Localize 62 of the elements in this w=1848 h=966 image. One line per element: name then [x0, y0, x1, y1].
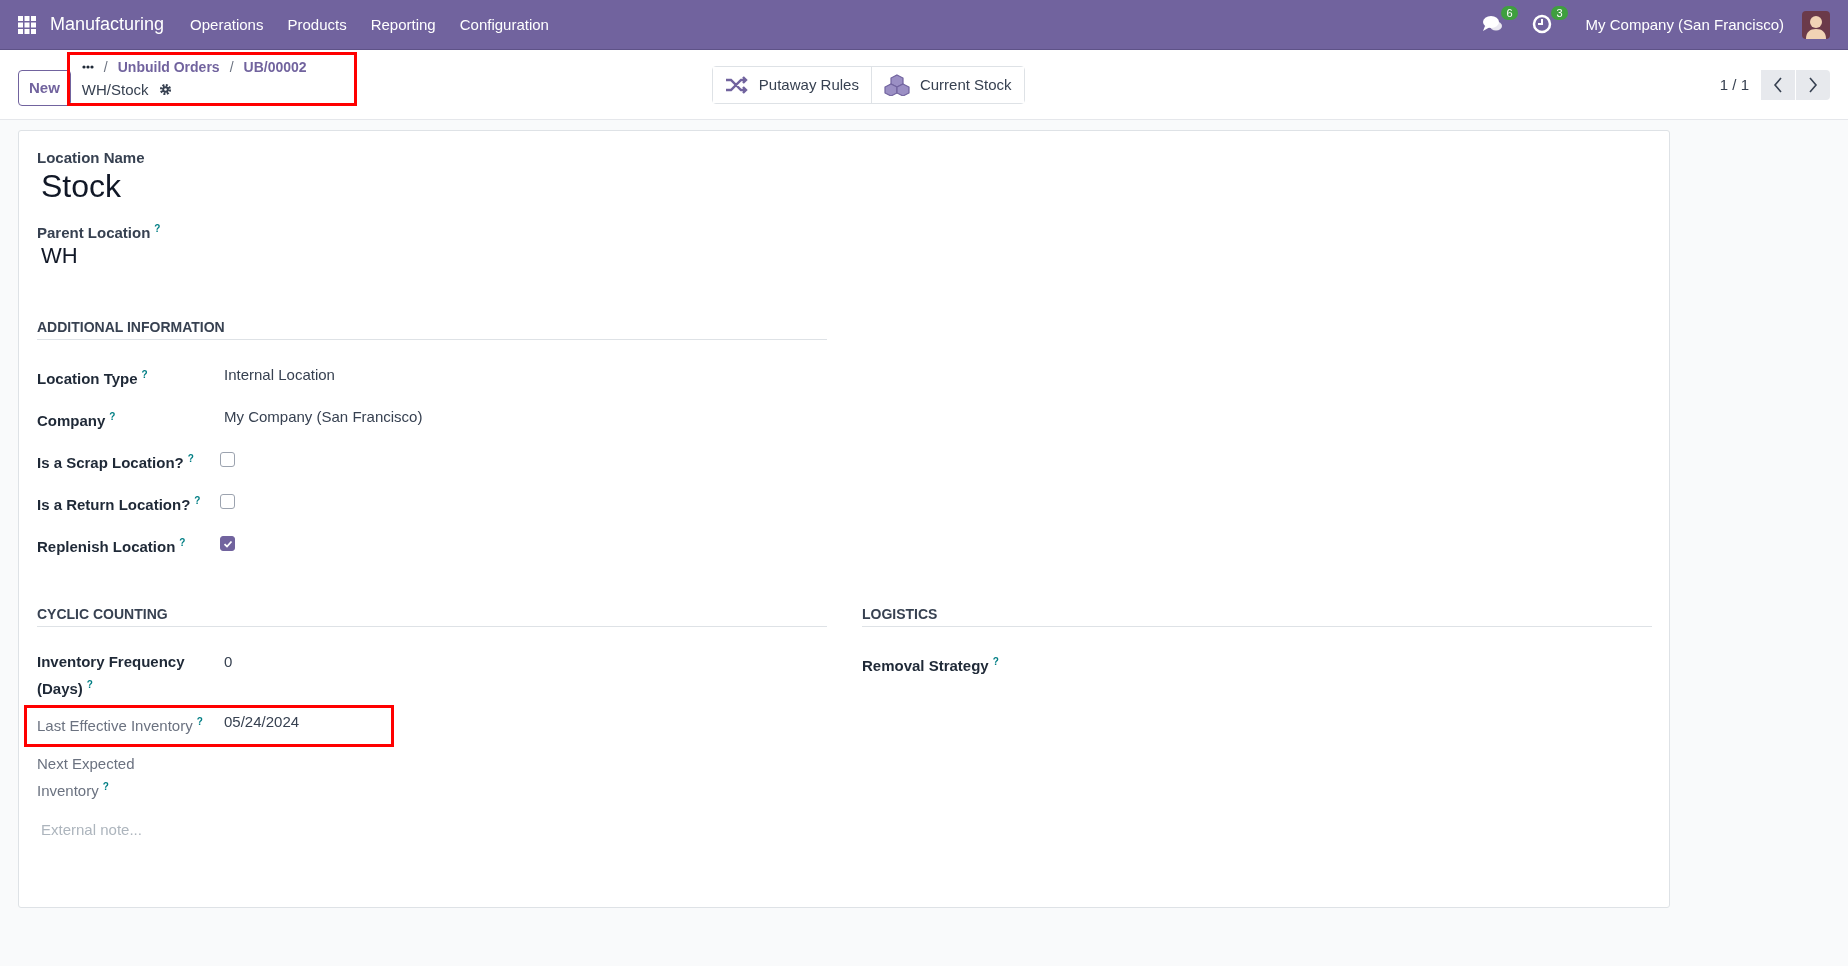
smart-button[interactable]: Current Stock	[870, 66, 1024, 103]
section-title: LOGISTICS	[862, 606, 1652, 627]
new-button[interactable]: New	[18, 69, 71, 106]
field-label: Next Expected Inventory $^{?}$	[37, 754, 136, 801]
record-title: WH/Stock	[81, 80, 149, 98]
avatar-icon[interactable]	[1802, 10, 1830, 39]
field-label: Inventory Frequency (Days) $^{?}$	[37, 652, 186, 699]
help-mark[interactable]: ?	[992, 656, 999, 667]
breadcrumb-separator: /	[229, 58, 234, 75]
checkbox[interactable]	[220, 494, 235, 509]
breadcrumb-separator: /	[103, 58, 108, 75]
chat-icon[interactable]	[1481, 13, 1504, 34]
help-mark[interactable]: ?	[196, 716, 203, 727]
field-value[interactable]: 05/24/2024	[220, 710, 300, 733]
app-name[interactable]: Manufacturing	[50, 14, 165, 35]
help-mark[interactable]: ?	[86, 679, 93, 690]
location-name-value[interactable]: Stock	[41, 168, 1651, 205]
help-mark[interactable]: ?	[187, 453, 194, 464]
breadcrumb-link[interactable]: UB/00002	[243, 58, 307, 75]
section-title: CYCLIC COUNTING	[37, 606, 827, 627]
checkbox[interactable]	[220, 536, 235, 551]
menu-item[interactable]: Products	[277, 16, 357, 33]
field-label: Company $^{?}$	[37, 410, 117, 431]
shuffle-icon	[724, 75, 749, 94]
field-label: Last Effective Inventory $^{?}$	[37, 715, 204, 736]
field-label: Location Name	[37, 149, 146, 166]
message-count: 6	[1501, 5, 1518, 20]
field-value[interactable]: 0	[220, 650, 233, 673]
help-mark[interactable]: ?	[154, 223, 161, 234]
field-label: Is a Return Location? $^{?}$	[37, 494, 202, 515]
apps-grid-icon[interactable]	[18, 15, 36, 34]
menu-item[interactable]: Operations	[180, 16, 274, 33]
breadcrumb-link[interactable]: Unbuild Orders	[117, 58, 220, 75]
pager-value[interactable]: 1 / 1	[1719, 76, 1749, 93]
menu-item[interactable]: Configuration	[449, 16, 559, 33]
field-label: Removal Strategy $^{?}$	[862, 655, 1000, 676]
activity-count: 3	[1551, 5, 1568, 20]
field-label: Is a Scrap Location? $^{?}$	[37, 452, 195, 473]
help-mark[interactable]: ?	[179, 537, 186, 548]
chevron-left-icon	[1773, 76, 1783, 93]
help-mark[interactable]: ?	[141, 369, 148, 380]
menu-item[interactable]: Reporting	[360, 16, 446, 33]
checkmark-icon	[222, 538, 233, 549]
field-label: Replenish Location $^{?}$	[37, 536, 187, 557]
cubes-icon	[883, 73, 910, 96]
help-mark[interactable]: ?	[194, 495, 201, 506]
help-mark[interactable]: ?	[109, 411, 116, 422]
gear-icon[interactable]	[158, 82, 172, 96]
clock-icon[interactable]	[1531, 13, 1552, 34]
more-icon[interactable]	[81, 64, 94, 69]
company-switcher[interactable]: My Company (San Francisco)	[1585, 16, 1784, 33]
previous-button[interactable]	[1761, 69, 1795, 100]
field-label: Location Type $^{?}$	[37, 368, 149, 389]
parent-location-value[interactable]: WH	[41, 243, 1651, 269]
checkbox[interactable]	[220, 452, 235, 467]
field-label: Parent Location $^{?}$	[37, 223, 162, 241]
chevron-right-icon	[1808, 76, 1818, 93]
field-value[interactable]: My Company (San Francisco)	[220, 405, 423, 428]
help-mark[interactable]: ?	[102, 781, 109, 792]
section-title: ADDITIONAL INFORMATION	[37, 319, 827, 340]
field-value[interactable]: Internal Location	[220, 363, 335, 386]
next-button[interactable]	[1796, 69, 1830, 100]
